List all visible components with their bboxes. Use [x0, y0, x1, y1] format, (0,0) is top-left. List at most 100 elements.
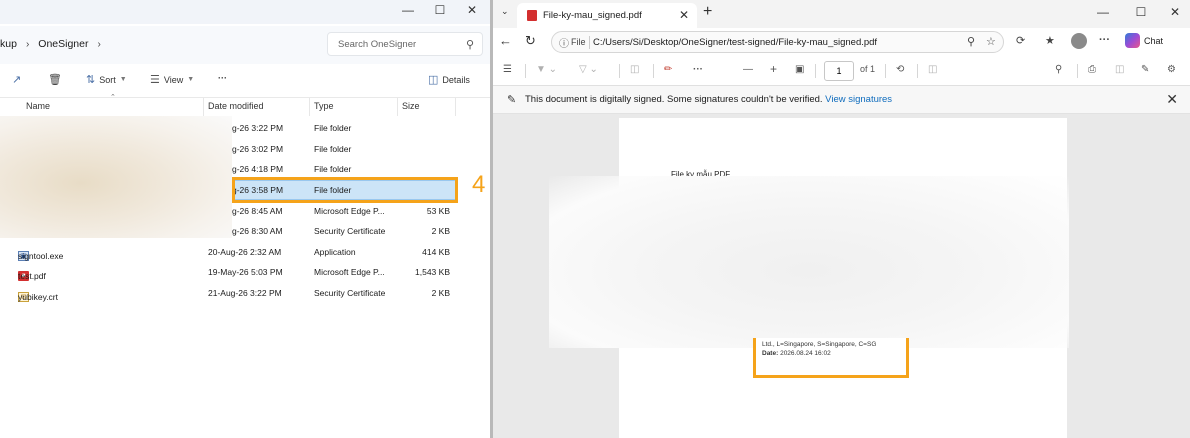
browser-essentials-icon[interactable]: ⟳	[1016, 34, 1025, 47]
print-icon[interactable]: ⎙	[1088, 64, 1096, 75]
details-label: Details	[442, 74, 470, 85]
row-name-text: test.pdf	[18, 271, 46, 281]
screen: — ☐ ✕ kup › OneSigner › ⚲ ↗ 🗑 ⇅ Sort ▼	[0, 0, 1190, 438]
pdf-icon	[527, 10, 537, 21]
more-options-button[interactable]: ···	[218, 73, 227, 83]
row-name-text: signtool.exe	[18, 251, 64, 261]
sort-icon: ⇅	[86, 74, 96, 86]
step-number: 4	[472, 171, 486, 198]
table-row[interactable]: ▣ signtool.exe 20-Aug-26 2:32 AM Applica…	[0, 243, 460, 263]
favorite-star-icon[interactable]: ☆	[986, 35, 996, 48]
toolbar-separator	[619, 64, 620, 78]
highlight-icon[interactable]: ▼ ⌄	[536, 64, 557, 75]
sort-button[interactable]: ⇅ Sort ▼	[86, 73, 127, 86]
info-icon[interactable]: ⓘ	[559, 35, 569, 50]
close-icon: ✕	[466, 3, 478, 17]
row-type: Security Certificate	[314, 226, 386, 236]
row-date: g-26 3:22 PM	[232, 123, 284, 133]
minimize-button[interactable]: —	[1085, 2, 1121, 22]
url-separator	[589, 36, 590, 49]
search-input[interactable]	[338, 37, 458, 52]
row-type: File folder	[314, 144, 352, 154]
delete-button[interactable]: 🗑	[48, 73, 62, 86]
two-page-view-icon[interactable]: ◫	[928, 64, 937, 75]
minimize-icon: —	[1097, 5, 1109, 19]
settings-icon[interactable]: ⚙	[1167, 64, 1176, 75]
tab-actions-chevron-icon[interactable]: ⌄	[501, 6, 509, 17]
breadcrumb-item[interactable]: kup	[0, 38, 17, 50]
maximize-icon: ☐	[434, 3, 446, 17]
minimize-button[interactable]: —	[390, 0, 426, 20]
trash-icon: 🗑	[48, 74, 62, 86]
details-button[interactable]: ◫ Details	[428, 73, 470, 86]
breadcrumb-item[interactable]: OneSigner	[38, 38, 88, 50]
tab-active[interactable]: File-ky-mau_signed.pdf ✕	[517, 3, 697, 28]
row-size: 1,543 KB	[415, 267, 450, 277]
maximize-button[interactable]: ☐	[422, 0, 458, 20]
toolbar-separator	[917, 64, 918, 78]
more-options-icon[interactable]: ···	[1099, 34, 1110, 46]
profile-avatar[interactable]	[1071, 33, 1087, 49]
table-row[interactable]: ■ test.pdf 19-May-26 5:03 PM Microsoft E…	[0, 263, 460, 283]
chevron-right-icon: ›	[25, 38, 30, 50]
row-date: g-26 8:30 AM	[232, 226, 283, 236]
close-button[interactable]: ✕	[454, 0, 490, 20]
search-icon[interactable]: ⚲	[1055, 64, 1062, 75]
column-header-type[interactable]: Type	[310, 98, 398, 116]
row-date: 20-Aug-26 2:32 AM	[208, 247, 282, 257]
url-text[interactable]: C:/Users/Si/Desktop/OneSigner/test-signe…	[593, 37, 877, 48]
zoom-in-icon[interactable]: +	[770, 62, 777, 76]
draw-icon[interactable]: ▽ ⌄	[579, 64, 598, 75]
file-explorer-window: — ☐ ✕ kup › OneSigner › ⚲ ↗ 🗑 ⇅ Sort ▼	[0, 0, 490, 438]
zoom-out-icon[interactable]: —	[743, 64, 753, 75]
pdf-page: File ky mẫu PDF Ltd., L=Singapore, S=Sin…	[549, 118, 1069, 438]
rotate-icon[interactable]: ⟲	[896, 64, 904, 75]
row-name-text: yubikey.crt	[18, 292, 58, 302]
column-header-size[interactable]: Size	[398, 98, 456, 116]
signature-date: 2026.08.24 16:02	[780, 350, 831, 357]
back-icon[interactable]: ←	[499, 33, 512, 48]
favorites-icon[interactable]: ★	[1045, 34, 1055, 47]
signature-line: Ltd., L=Singapore, S=Singapore, C=SG	[762, 341, 877, 348]
view-signatures-link[interactable]: View signatures	[825, 94, 892, 105]
erase-icon[interactable]: ✏	[664, 64, 672, 75]
close-icon[interactable]: ✕	[1166, 91, 1178, 108]
search-icon[interactable]: ⚲	[466, 38, 474, 51]
signature-date-line: Date: 2026.08.24 16:02	[762, 349, 900, 358]
copilot-icon	[1125, 33, 1140, 48]
details-pane-icon: ◫	[428, 74, 439, 86]
column-header-date[interactable]: Date modified	[204, 98, 310, 116]
row-date: g-26 4:18 PM	[232, 164, 284, 174]
toolbar-separator	[1077, 64, 1078, 78]
new-tab-icon[interactable]: +	[703, 3, 712, 21]
signature-field[interactable]: Ltd., L=Singapore, S=Singapore, C=SG Dat…	[753, 338, 909, 378]
signature-info-bar: ✎ This document is digitally signed. Som…	[493, 86, 1190, 114]
save-icon[interactable]: ◫	[1115, 64, 1124, 75]
page-number-input[interactable]	[824, 61, 854, 81]
row-type: File folder	[314, 164, 352, 174]
maximize-button[interactable]: ☐	[1123, 2, 1159, 22]
copilot-chat-button[interactable]: Chat	[1125, 33, 1163, 48]
refresh-icon[interactable]: ↻	[525, 33, 536, 49]
row-type: Microsoft Edge P...	[314, 206, 385, 216]
save-as-icon[interactable]: ✎	[1141, 64, 1149, 75]
zoom-icon[interactable]: ⚲	[967, 35, 975, 48]
column-header-name[interactable]: Name	[22, 98, 204, 116]
page-view-icon[interactable]: ◫	[630, 64, 639, 75]
table-row[interactable]: ✉ yubikey.crt 21-Aug-26 3:22 PM Security…	[0, 284, 460, 304]
close-button[interactable]: ✕	[1157, 2, 1190, 22]
row-type: Microsoft Edge P...	[314, 267, 385, 277]
table-of-contents-icon[interactable]: ☰	[503, 64, 512, 75]
close-tab-icon[interactable]: ✕	[679, 8, 689, 22]
share-button[interactable]: ↗	[12, 73, 21, 86]
chevron-right-icon[interactable]: ›	[97, 39, 100, 50]
toolbar-separator	[885, 64, 886, 78]
more-tools-icon[interactable]: ···	[693, 64, 703, 75]
fit-page-icon[interactable]: ▣	[795, 64, 804, 75]
address-bar[interactable]: ⓘ File C:/Users/Si/Desktop/OneSigner/tes…	[551, 31, 1004, 53]
chat-label: Chat	[1144, 35, 1164, 46]
sort-label: Sort	[99, 74, 116, 85]
view-button[interactable]: ☰ View ▼	[150, 73, 194, 86]
search-box: ⚲	[327, 32, 483, 56]
navigation-bar: ← ↻ ⓘ File C:/Users/Si/Desktop/OneSigner…	[493, 28, 1190, 56]
